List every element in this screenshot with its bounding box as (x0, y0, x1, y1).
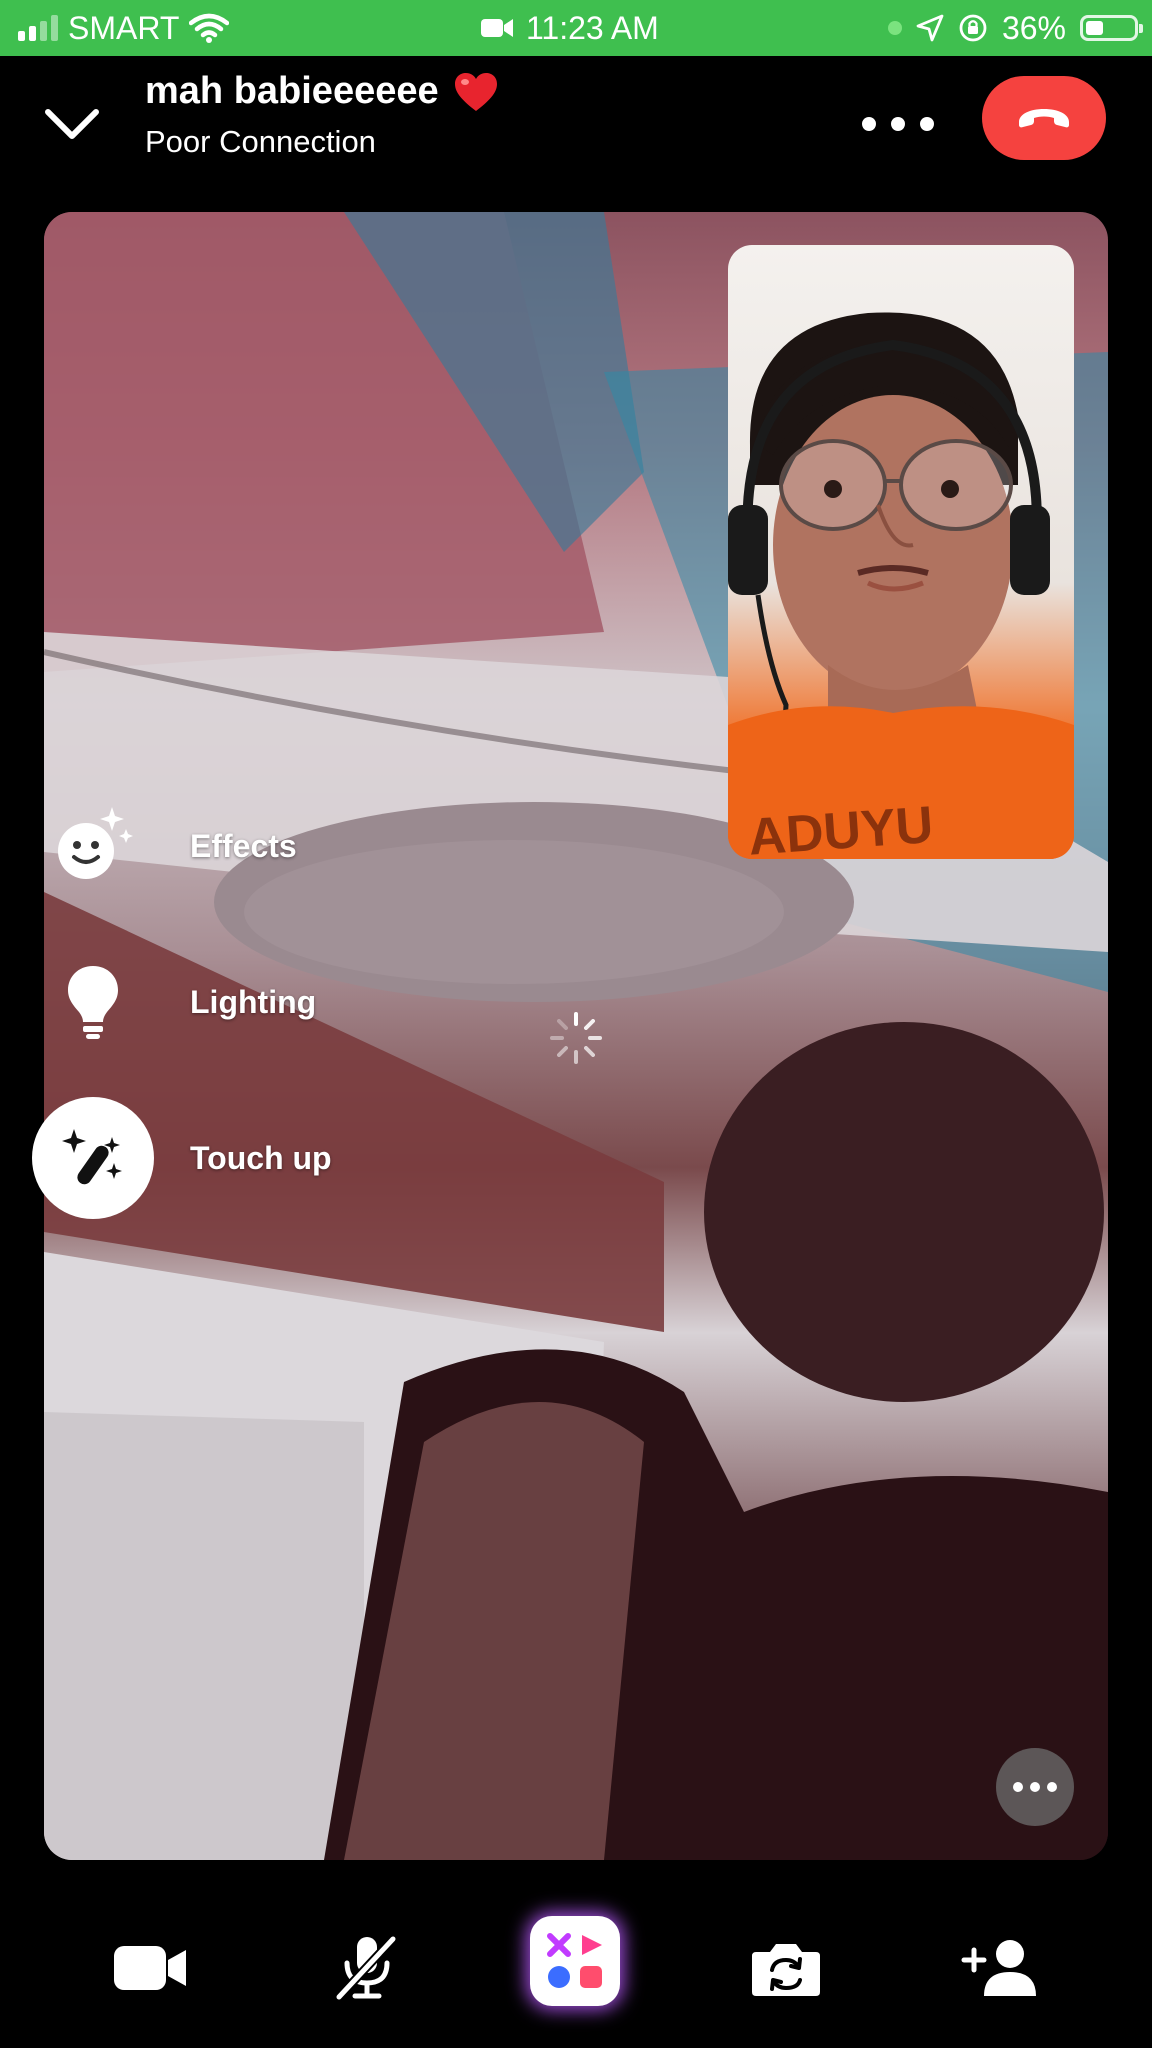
battery-percent: 36% (1001, 9, 1066, 46)
mute-button[interactable] (316, 1918, 416, 2018)
connection-status: Poor Connection (145, 124, 376, 159)
video-more-button[interactable] (996, 1748, 1074, 1826)
tool-label-effects: Effects (190, 827, 297, 864)
video-call-screen: SMART 11:23 AM 36% mah babieeeeee Poor C… (0, 0, 1152, 2048)
end-call-button[interactable] (982, 76, 1106, 160)
add-person-icon (961, 1940, 1036, 1996)
loading-spinner-icon (548, 1010, 604, 1066)
smiley-sparkle-icon (32, 785, 154, 907)
camera-toggle-button[interactable] (100, 1918, 200, 2018)
status-time: 11:23 AM (526, 9, 659, 46)
call-header: mah babieeeeee Poor Connection (0, 56, 1152, 186)
signal-icon (18, 15, 58, 41)
tool-label-lighting: Lighting (190, 983, 317, 1020)
battery-icon (1080, 15, 1143, 41)
orientation-lock-icon (959, 14, 987, 42)
carrier-label: SMART (68, 9, 180, 46)
battery-fill (1086, 21, 1103, 35)
flip-camera-button[interactable] (736, 1918, 836, 2018)
more-icon[interactable] (862, 104, 934, 144)
status-left: SMART (18, 0, 230, 56)
effects-square-icon (580, 1966, 602, 1988)
camera-icon (114, 1946, 186, 1990)
tool-label-touch-up: Touch up (190, 1139, 332, 1176)
self-view-video[interactable]: ADUYU (728, 245, 1074, 859)
microphone-muted-icon (334, 1934, 398, 2002)
contact-name-row: mah babieeeeee (145, 70, 499, 113)
lightbulb-icon (32, 941, 154, 1063)
contact-name: mah babieeeeee (145, 70, 439, 112)
self-view-scene: ADUYU (728, 312, 1074, 859)
status-center: 11:23 AM (480, 0, 659, 56)
heart-icon (454, 72, 497, 111)
effects-icon[interactable] (530, 1916, 620, 2006)
effects-play-icon (582, 1935, 602, 1955)
magic-wand-icon (32, 1097, 154, 1219)
call-controls-bar (0, 1900, 1152, 2048)
add-person-button[interactable] (950, 1918, 1050, 2018)
effects-circle-icon (548, 1966, 570, 1988)
tool-touch-up[interactable]: Touch up (32, 1097, 332, 1219)
location-arrow-icon (916, 14, 944, 42)
effects-x-icon (547, 1933, 571, 1957)
tool-effects[interactable]: Effects (32, 785, 297, 907)
video-recording-icon (481, 19, 513, 37)
camera-in-use-indicator (887, 21, 902, 35)
status-bar: SMART 11:23 AM 36% (0, 0, 1152, 56)
status-right: 36% (887, 0, 1143, 56)
chevron-down-icon[interactable] (40, 92, 104, 156)
flip-camera-icon (752, 1944, 820, 1996)
end-call-icon (1019, 109, 1069, 128)
tool-lighting[interactable]: Lighting (32, 941, 316, 1063)
wifi-icon (189, 13, 230, 43)
